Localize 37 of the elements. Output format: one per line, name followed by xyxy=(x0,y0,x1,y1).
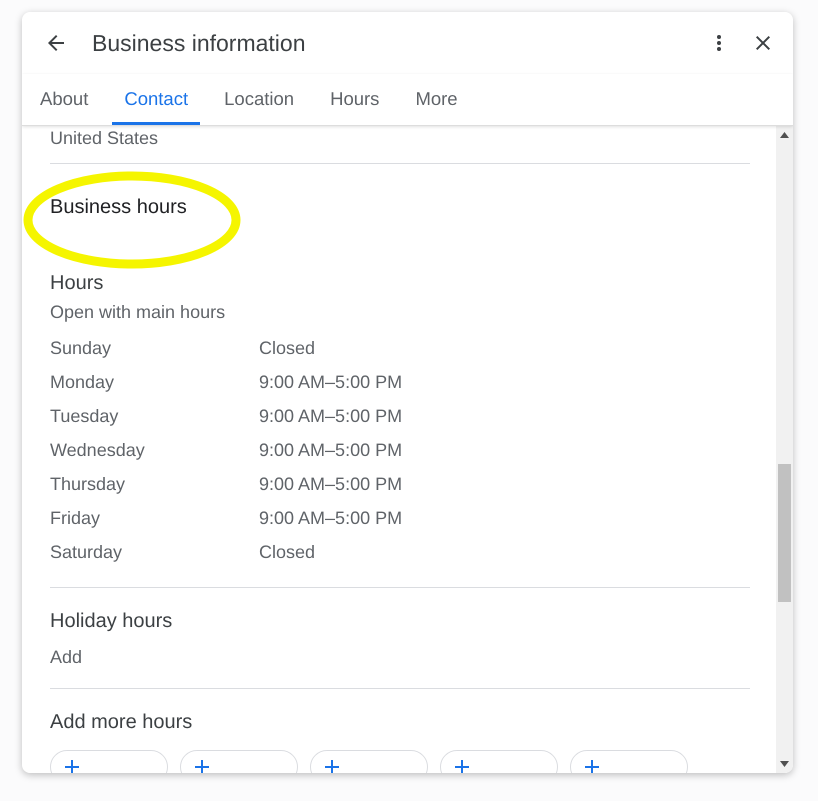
hours-value: 9:00 AM–5:00 PM xyxy=(259,372,404,392)
hours-heading: Hours xyxy=(50,272,104,295)
tab[interactable]: Location xyxy=(212,74,306,125)
more-hours-heading: Add more hours xyxy=(50,711,194,734)
hours-value: 9:00 AM–5:00 PM xyxy=(259,440,404,460)
hours-subtitle: Open with main hours xyxy=(50,301,226,324)
plus-icon xyxy=(65,760,79,773)
scrollbar[interactable] xyxy=(776,126,793,773)
hours-value: 9:00 AM–5:00 PM xyxy=(259,474,404,494)
add-link[interactable]: Add xyxy=(50,633,750,668)
scroll-down-icon xyxy=(780,761,789,767)
plus-icon xyxy=(455,760,469,773)
holiday-hours-heading: Holiday hours xyxy=(50,610,174,633)
tab[interactable]: Hours xyxy=(318,74,392,125)
day-label: Thursday xyxy=(50,474,126,494)
tab[interactable]: More xyxy=(403,74,470,125)
section-heading: Business hours xyxy=(50,196,188,219)
dialog-title: Business information xyxy=(92,30,306,56)
hours-value: Closed xyxy=(259,338,316,358)
day-label: Wednesday xyxy=(50,440,146,460)
hours-value: 9:00 AM–5:00 PM xyxy=(259,406,404,426)
hours-value: 9:00 AM–5:00 PM xyxy=(259,508,404,528)
plus-icon xyxy=(585,760,599,773)
plus-icon xyxy=(325,760,339,773)
plus-icon xyxy=(195,760,209,773)
scroll-up-icon xyxy=(780,132,789,138)
hours-value: Closed xyxy=(259,542,316,562)
day-label: Tuesday xyxy=(50,406,120,426)
day-label: Friday xyxy=(50,508,102,528)
tab[interactable]: About xyxy=(28,74,100,125)
address-text: United States xyxy=(50,128,160,149)
scrollbar-thumb[interactable] xyxy=(778,464,791,602)
day-label: Sunday xyxy=(50,338,112,358)
day-label: Saturday xyxy=(50,542,124,562)
day-label: Monday xyxy=(50,372,116,392)
tab[interactable]: Contact xyxy=(112,74,200,125)
more-vertical-icon xyxy=(717,35,721,51)
